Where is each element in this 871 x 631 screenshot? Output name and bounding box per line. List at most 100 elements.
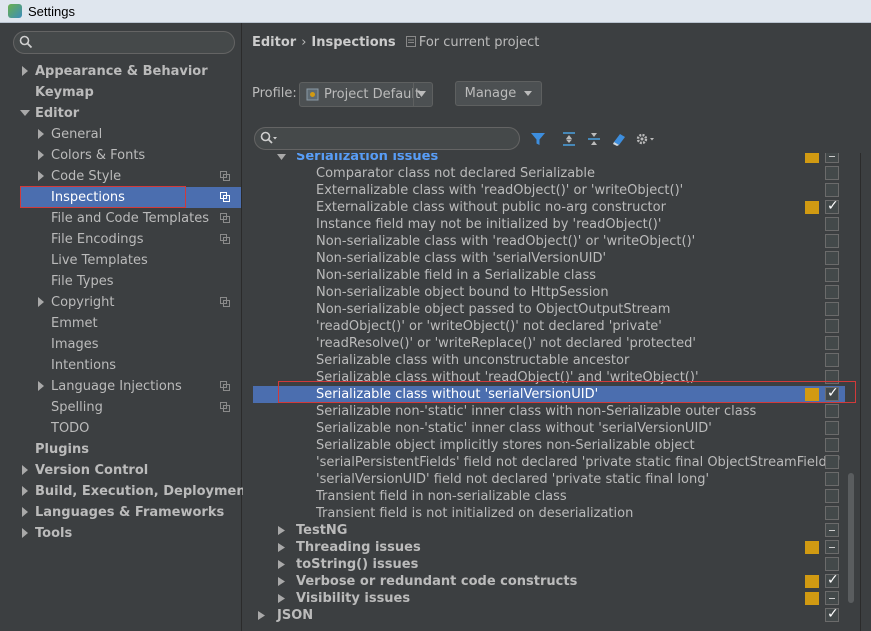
inspection-enabled-checkbox[interactable]	[825, 251, 839, 265]
inspection-enabled-checkbox[interactable]	[825, 153, 839, 163]
chevron-down-icon[interactable]	[20, 108, 30, 118]
inspection-enabled-checkbox[interactable]	[825, 198, 839, 215]
inspection-row[interactable]: 'serialVersionUID' field not declared 'p…	[253, 471, 845, 488]
inspection-filter-input[interactable]	[254, 127, 520, 150]
inspection-row[interactable]: Externalizable class with 'readObject()'…	[253, 182, 845, 199]
inspection-row[interactable]: Externalizable class without public no-a…	[253, 198, 845, 216]
inspection-row[interactable]: Transient field in non-serializable clas…	[253, 488, 845, 505]
sidebar-item-build-execution-deployment[interactable]: Build, Execution, Deployment	[0, 481, 252, 502]
inspection-row[interactable]: Non-serializable object passed to Object…	[253, 301, 845, 318]
chevron-right-icon[interactable]	[36, 171, 46, 181]
sidebar-item-version-control[interactable]: Version Control	[0, 460, 241, 481]
inspection-group-row[interactable]: Visibility issues	[253, 590, 845, 607]
profile-dropdown[interactable]: Project Default	[299, 82, 433, 107]
inspection-group-row[interactable]: Threading issues	[253, 539, 845, 556]
inspection-group-row[interactable]: toString() issues	[253, 556, 845, 573]
inspection-row[interactable]: Non-serializable field in a Serializable…	[253, 267, 845, 284]
inspection-enabled-checkbox[interactable]	[825, 557, 839, 571]
sidebar-item-languages-frameworks[interactable]: Languages & Frameworks	[0, 502, 241, 523]
inspection-enabled-checkbox[interactable]	[825, 572, 839, 589]
sidebar-item-code-style[interactable]: Code Style	[0, 166, 241, 187]
sidebar-item-copyright[interactable]: Copyright	[0, 292, 241, 313]
chevron-right-icon[interactable]	[20, 66, 30, 76]
sidebar-item-intentions[interactable]: Intentions	[0, 355, 241, 376]
chevron-right-icon[interactable]	[257, 611, 266, 620]
inspection-row[interactable]: Serializable object implicitly stores no…	[253, 437, 845, 454]
settings-search-input[interactable]	[13, 31, 235, 54]
sidebar-item-emmet[interactable]: Emmet	[0, 313, 241, 334]
scrollbar-thumb[interactable]	[848, 473, 854, 603]
inspection-enabled-checkbox[interactable]	[825, 421, 839, 435]
inspection-group-row[interactable]: Serialization issues	[253, 153, 845, 165]
inspection-enabled-checkbox[interactable]	[825, 302, 839, 316]
sidebar-item-file-and-code-templates[interactable]: File and Code Templates	[0, 208, 241, 229]
inspection-row[interactable]: Non-serializable object bound to HttpSes…	[253, 284, 845, 301]
inspection-enabled-checkbox[interactable]	[825, 506, 839, 520]
filter-icon[interactable]	[530, 131, 546, 147]
inspection-enabled-checkbox[interactable]	[825, 606, 839, 623]
sidebar-item-todo[interactable]: TODO	[0, 418, 241, 439]
gear-icon[interactable]	[635, 131, 655, 147]
sidebar-item-images[interactable]: Images	[0, 334, 241, 355]
chevron-right-icon[interactable]	[277, 577, 286, 586]
inspection-enabled-checkbox[interactable]	[825, 353, 839, 367]
inspection-row[interactable]: Instance field may not be initialized by…	[253, 216, 845, 233]
inspection-enabled-checkbox[interactable]	[825, 404, 839, 418]
inspection-row[interactable]: 'readObject()' or 'writeObject()' not de…	[253, 318, 845, 335]
chevron-right-icon[interactable]	[277, 594, 286, 603]
inspection-enabled-checkbox[interactable]	[825, 438, 839, 452]
breadcrumb-parent[interactable]: Editor	[252, 35, 296, 50]
inspection-row[interactable]: 'readResolve()' or 'writeReplace()' not …	[253, 335, 845, 352]
inspection-enabled-checkbox[interactable]	[825, 540, 839, 554]
inspection-row[interactable]: Serializable non-'static' inner class wi…	[253, 420, 845, 437]
sidebar-item-tools[interactable]: Tools	[0, 523, 241, 544]
chevron-right-icon[interactable]	[36, 381, 46, 391]
manage-button[interactable]: Manage	[455, 81, 542, 106]
sidebar-item-general[interactable]: General	[0, 124, 241, 145]
chevron-right-icon[interactable]	[277, 526, 286, 535]
chevron-right-icon[interactable]	[36, 297, 46, 307]
inspection-enabled-checkbox[interactable]	[825, 472, 839, 486]
chevron-right-icon[interactable]	[20, 507, 30, 517]
eraser-icon[interactable]	[611, 131, 627, 147]
chevron-right-icon[interactable]	[277, 543, 286, 552]
inspection-enabled-checkbox[interactable]	[825, 455, 839, 469]
chevron-right-icon[interactable]	[20, 528, 30, 538]
sidebar-item-file-types[interactable]: File Types	[0, 271, 241, 292]
chevron-right-icon[interactable]	[20, 486, 30, 496]
inspection-group-row[interactable]: JSON	[253, 606, 845, 624]
sidebar-item-language-injections[interactable]: Language Injections	[0, 376, 241, 397]
inspection-enabled-checkbox[interactable]	[825, 285, 839, 299]
inspection-enabled-checkbox[interactable]	[825, 336, 839, 350]
sidebar-item-appearance-behavior[interactable]: Appearance & Behavior	[0, 61, 241, 82]
chevron-down-icon[interactable]	[277, 153, 286, 161]
chevron-right-icon[interactable]	[20, 465, 30, 475]
inspection-row[interactable]: Serializable non-'static' inner class wi…	[253, 403, 845, 420]
inspection-row[interactable]: 'serialPersistentFields' field not decla…	[253, 454, 845, 471]
inspection-group-row[interactable]: Verbose or redundant code constructs	[253, 572, 845, 590]
chevron-right-icon[interactable]	[36, 129, 46, 139]
inspection-enabled-checkbox[interactable]	[825, 234, 839, 248]
expand-all-icon[interactable]	[561, 131, 577, 147]
inspection-enabled-checkbox[interactable]	[825, 217, 839, 231]
inspection-row[interactable]: Comparator class not declared Serializab…	[253, 165, 845, 182]
inspection-enabled-checkbox[interactable]	[825, 319, 839, 333]
sidebar-item-file-encodings[interactable]: File Encodings	[0, 229, 241, 250]
sidebar-item-keymap[interactable]: Keymap	[0, 82, 241, 103]
collapse-all-icon[interactable]	[586, 131, 602, 147]
inspection-enabled-checkbox[interactable]	[825, 183, 839, 197]
inspection-row[interactable]: Non-serializable class with 'readObject(…	[253, 233, 845, 250]
chevron-right-icon[interactable]	[36, 150, 46, 160]
inspection-enabled-checkbox[interactable]	[825, 523, 839, 537]
sidebar-item-colors-fonts[interactable]: Colors & Fonts	[0, 145, 241, 166]
sidebar-item-editor[interactable]: Editor	[0, 103, 241, 124]
inspection-row[interactable]: Transient field is not initialized on de…	[253, 505, 845, 522]
inspection-row[interactable]: Serializable class with unconstructable …	[253, 352, 845, 369]
inspection-group-row[interactable]: TestNG	[253, 522, 845, 539]
inspection-enabled-checkbox[interactable]	[825, 489, 839, 503]
sidebar-item-live-templates[interactable]: Live Templates	[0, 250, 241, 271]
inspection-row[interactable]: Non-serializable class with 'serialVersi…	[253, 250, 845, 267]
sidebar-item-spelling[interactable]: Spelling	[0, 397, 241, 418]
sidebar-item-plugins[interactable]: Plugins	[0, 439, 241, 460]
inspection-enabled-checkbox[interactable]	[825, 591, 839, 605]
